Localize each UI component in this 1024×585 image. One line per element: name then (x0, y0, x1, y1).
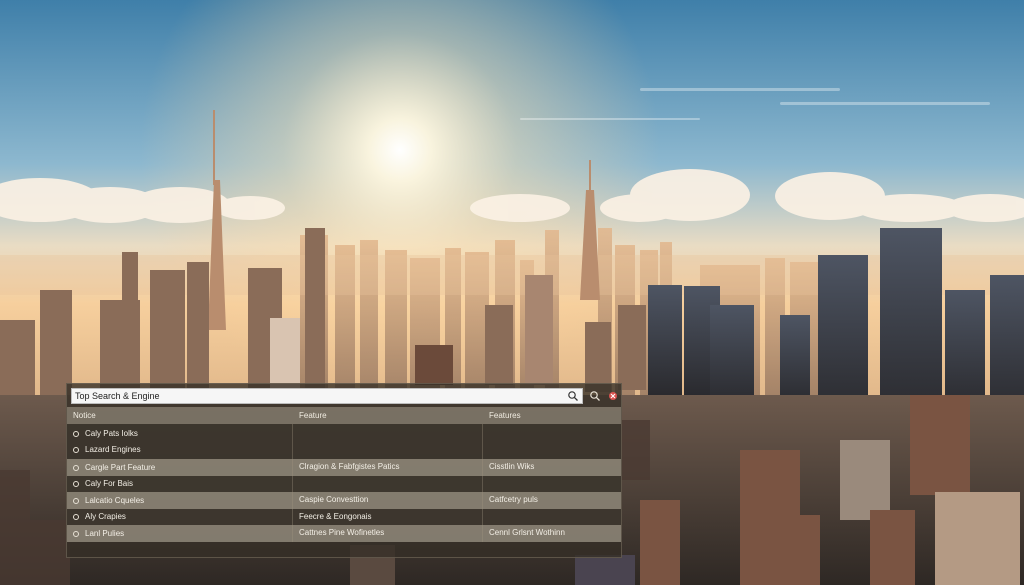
table-cell: Lalcatio Cqueles (67, 492, 293, 509)
table-cell: Feecre & Eongonais (293, 509, 483, 525)
radio-icon (73, 481, 79, 487)
list-item[interactable]: Caly Pats Iolks (73, 426, 292, 442)
table-cell: Cisstlin Wiks (489, 462, 535, 471)
item-label: Lanl Pulies (85, 528, 125, 538)
table-cell: Caspie Convesttion (293, 492, 483, 509)
table-row[interactable]: Cargle Part Feature Clragion & Fabfgiste… (67, 459, 621, 476)
search-bar (71, 388, 583, 404)
close-icon (609, 392, 617, 400)
table-cell: Aly Crapies (67, 509, 293, 525)
item-label: Caly Pats Iolks (85, 429, 138, 438)
column-header-features[interactable]: Features (483, 407, 621, 424)
item-label: Aly Crapies (85, 512, 126, 521)
close-button[interactable] (605, 388, 621, 404)
item-label: Lazard Engines (85, 445, 141, 454)
item-label: Cargle Part Feature (85, 462, 156, 472)
item-label: Lalcatio Cqueles (85, 495, 145, 505)
table-row[interactable]: Lalcatio Cqueles Caspie Convesttion Catf… (67, 492, 621, 509)
table-cell: Clragion & Fabfgistes Patics (293, 459, 483, 476)
table-cell: Caly Pats Iolks Lazard Engines (67, 424, 293, 459)
table-cell (483, 476, 621, 492)
search-results-panel: Notice Feature Features Caly Pats Iolks … (66, 383, 622, 558)
results-table: Notice Feature Features Caly Pats Iolks … (67, 407, 621, 542)
table-cell: Caly For Bais (67, 476, 293, 492)
table-row[interactable]: Caly Pats Iolks Lazard Engines (67, 424, 621, 459)
search-icon (590, 391, 600, 401)
radio-icon (73, 530, 79, 537)
table-cell: Lanl Pulies (67, 525, 293, 542)
table-cell (293, 476, 483, 492)
table-cell: Cargle Part Feature (67, 459, 293, 476)
radio-icon (73, 497, 79, 504)
radio-icon (73, 431, 79, 437)
search-button[interactable] (587, 388, 603, 404)
list-item[interactable]: Lazard Engines (73, 442, 292, 458)
item-label: Caly For Bais (85, 479, 134, 488)
table-cell (483, 509, 621, 525)
table-cell: Cennl Grlsnt Wothinn (489, 528, 565, 537)
table-cell (483, 424, 621, 459)
table-header: Notice Feature Features (67, 407, 621, 424)
table-row[interactable]: Lanl Pulies Cattnes Pine Wofinetles Cenn… (67, 525, 621, 542)
search-icon[interactable] (567, 390, 579, 402)
column-header-feature[interactable]: Feature (293, 407, 483, 424)
table-cell: Catfcetry puls (489, 495, 538, 504)
radio-icon (73, 447, 79, 453)
radio-icon (73, 514, 79, 520)
column-header-notice[interactable]: Notice (67, 407, 293, 424)
radio-icon (73, 464, 79, 471)
table-cell: Cattnes Pine Wofinetles (293, 525, 483, 542)
table-row[interactable]: Caly For Bais (67, 476, 621, 492)
table-cell (293, 424, 483, 459)
table-row[interactable]: Aly Crapies Feecre & Eongonais (67, 509, 621, 525)
search-input[interactable] (72, 389, 565, 403)
